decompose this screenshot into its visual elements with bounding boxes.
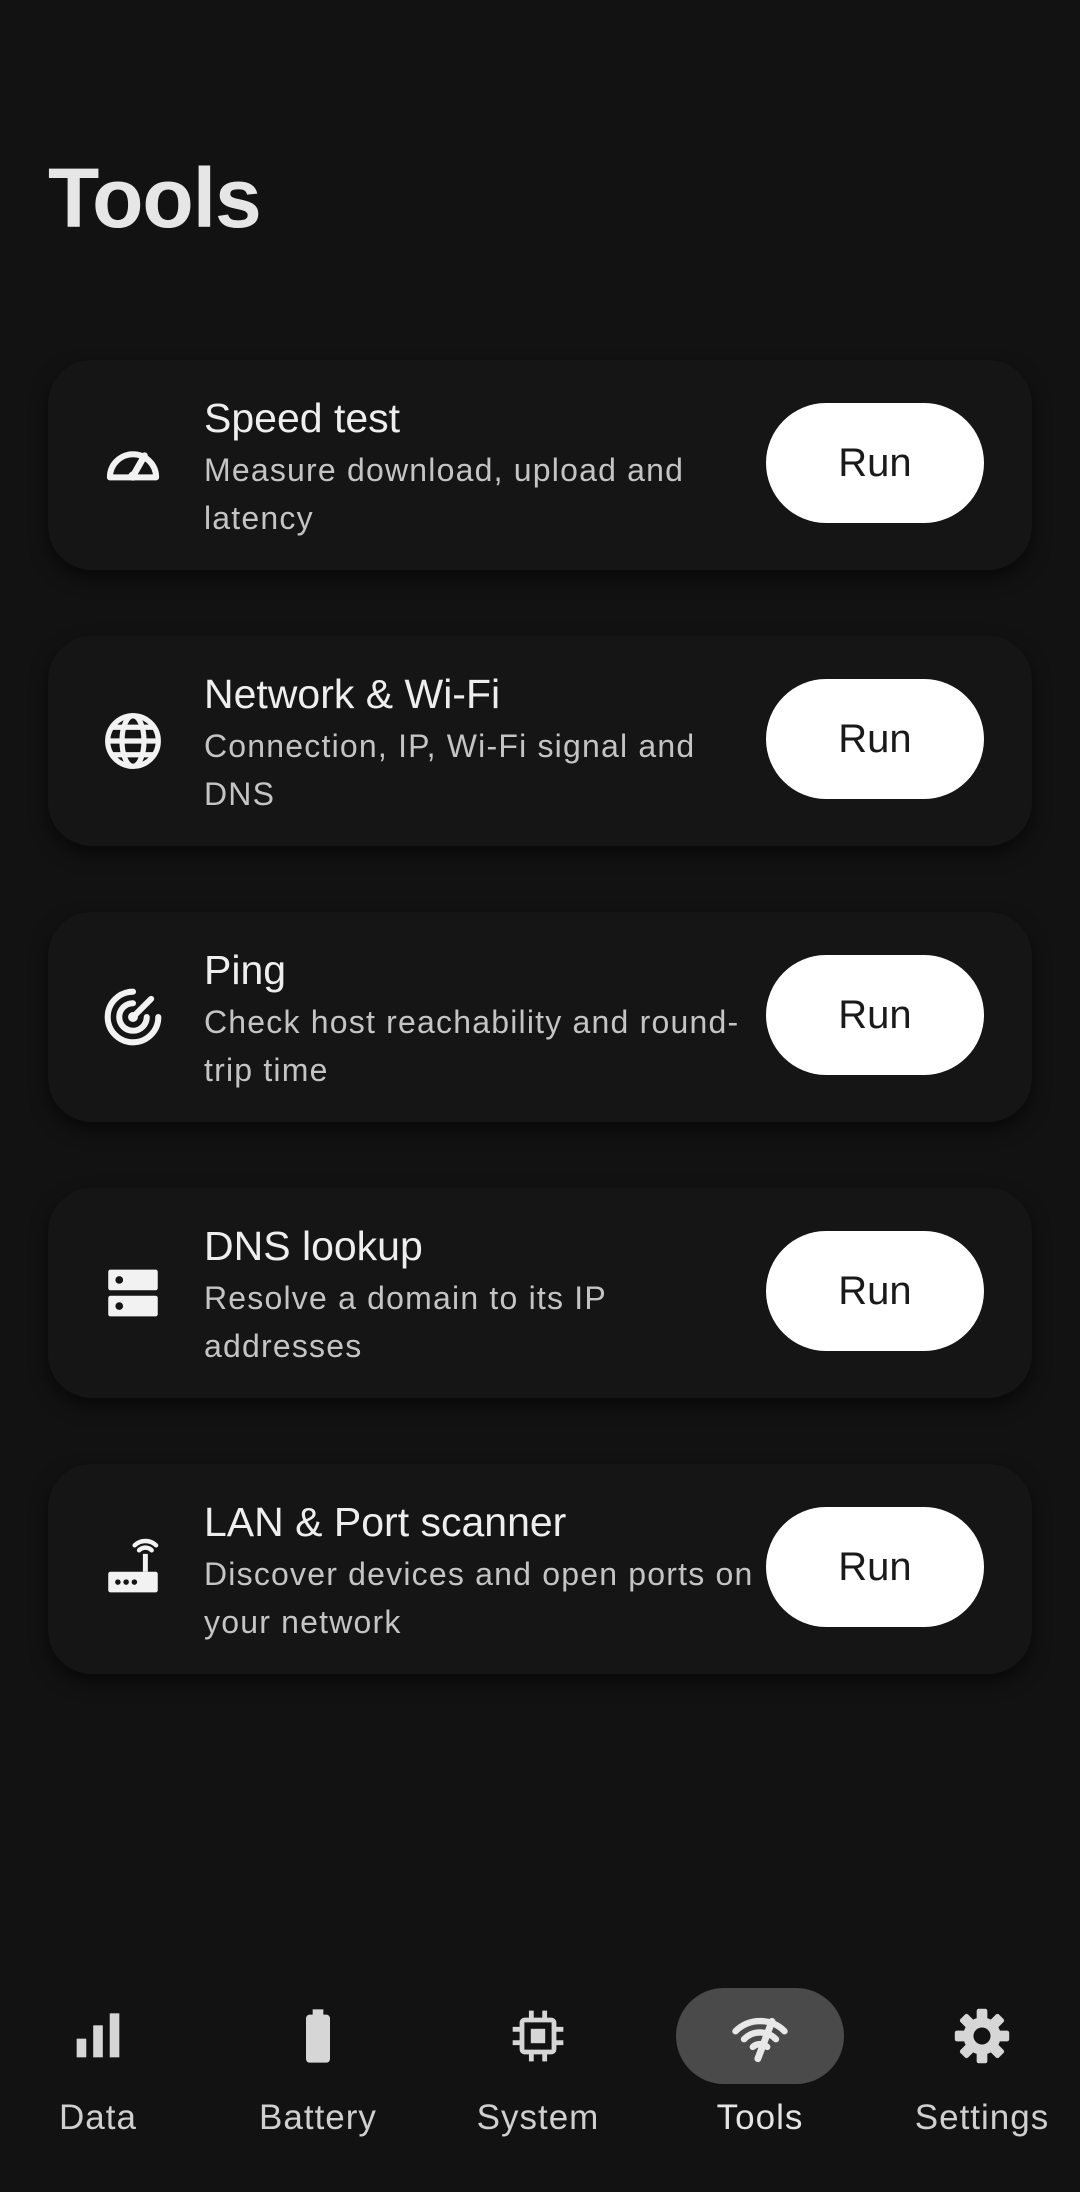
nav-item-data[interactable]: Data — [0, 1960, 198, 2192]
tool-card-lan-port-scanner: LAN & Port scanner Discover devices and … — [48, 1464, 1032, 1674]
tool-description: Check host reachability and round-trip t… — [204, 1004, 740, 1088]
radar-icon — [100, 984, 166, 1050]
run-ping-button[interactable]: Run — [766, 955, 984, 1075]
nav-label: Settings — [914, 2098, 1050, 2137]
bar-chart-icon — [76, 2013, 120, 2058]
server-icon — [100, 1260, 166, 1326]
run-speed-test-button[interactable]: Run — [766, 403, 984, 523]
bottom-navigation: Data Battery System Tools Settings — [0, 1960, 1080, 2192]
run-lan-port-scanner-button[interactable]: Run — [766, 1507, 984, 1627]
tool-card-dns-lookup: DNS lookup Resolve a domain to its IP ad… — [48, 1188, 1032, 1398]
tool-description: Resolve a domain to its IP addresses — [204, 1280, 607, 1364]
tool-title: Network & Wi-Fi — [204, 671, 501, 717]
nav-item-system[interactable]: System — [438, 1960, 638, 2192]
tool-title: DNS lookup — [204, 1223, 423, 1269]
nav-label: Battery — [259, 2098, 377, 2137]
tool-description: Connection, IP, Wi-Fi signal and DNS — [204, 728, 696, 812]
run-dns-lookup-button[interactable]: Run — [766, 1231, 984, 1351]
tool-card-network-wifi: Network & Wi-Fi Connection, IP, Wi-Fi si… — [48, 636, 1032, 846]
tools-screen: Tools Speed test Measure download, uploa… — [0, 0, 1080, 2192]
page-title: Tools — [48, 151, 262, 245]
tool-description: Discover devices and open ports on your … — [204, 1556, 754, 1640]
nav-label: Tools — [716, 2098, 804, 2137]
run-network-wifi-button[interactable]: Run — [766, 679, 984, 799]
wifi-tools-icon — [732, 2017, 788, 2063]
nav-item-battery[interactable]: Battery — [218, 1960, 418, 2192]
router-icon — [100, 1536, 166, 1602]
globe-icon — [100, 708, 166, 774]
tool-card-speed-test: Speed test Measure download, upload and … — [48, 360, 1032, 570]
tool-card-ping: Ping Check host reachability and round-t… — [48, 912, 1032, 1122]
tool-title: Ping — [204, 947, 287, 993]
speedometer-icon — [100, 432, 166, 498]
chip-icon — [512, 2010, 564, 2062]
battery-icon — [306, 2009, 330, 2063]
nav-item-tools[interactable]: Tools — [660, 1960, 860, 2192]
nav-label: Data — [59, 2098, 137, 2137]
gear-icon — [954, 2008, 1010, 2064]
nav-label: System — [476, 2098, 600, 2137]
tool-description: Measure download, upload and latency — [204, 452, 685, 536]
nav-item-settings[interactable]: Settings — [882, 1960, 1080, 2192]
tool-title: Speed test — [204, 395, 401, 441]
tool-title: LAN & Port scanner — [204, 1499, 567, 1545]
tool-list: Speed test Measure download, upload and … — [48, 360, 1032, 1740]
